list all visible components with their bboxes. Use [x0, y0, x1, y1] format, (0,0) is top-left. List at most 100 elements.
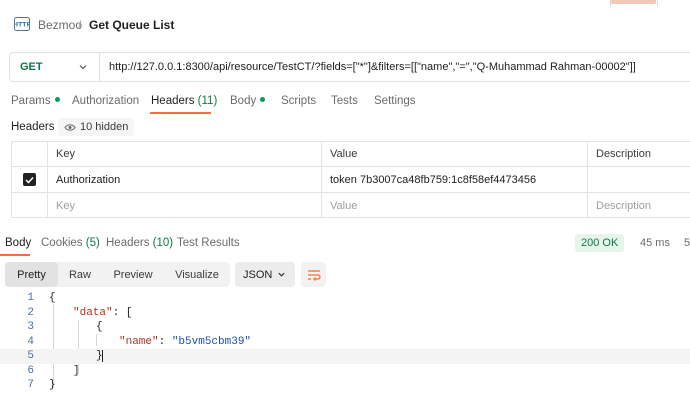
code-line: 1 { [0, 291, 690, 306]
header-key-input[interactable]: Authorization [47, 167, 321, 192]
tab-accent [611, 0, 656, 4]
table-header-row: Key Value Description [12, 142, 690, 167]
code-line-current: 5 } [0, 349, 690, 364]
hidden-headers-text: 10 hidden [80, 121, 129, 133]
tab-params-label: Params [11, 95, 51, 107]
checkmark-icon [25, 176, 34, 184]
response-size[interactable]: 5 [684, 237, 690, 249]
body-dot [260, 97, 266, 102]
tab-divider [657, 0, 658, 6]
top-bar: HTTP Bezmoo / Get Queue List [0, 0, 690, 46]
headers-count: (11) [197, 95, 218, 107]
active-response-tab-indicator [0, 254, 30, 256]
column-description: Description [587, 142, 690, 166]
tab-headers[interactable]: Headers (11) [151, 95, 217, 107]
breadcrumb-separator: / [78, 18, 82, 32]
tab-tests[interactable]: Tests [331, 95, 358, 107]
line-number: 2 [27, 306, 34, 319]
json-key: "data" [73, 306, 113, 319]
response-body-viewer[interactable]: 1 { 2 "data": [ 3 { 4 "name": "b5vm5cbm3… [0, 290, 690, 401]
code-line: 3 { [0, 320, 690, 335]
tab-response-body[interactable]: Body [5, 237, 31, 249]
tab-response-headers-label: Headers [106, 237, 150, 249]
format-select-value: JSON [243, 268, 273, 281]
mode-preview-button[interactable]: Preview [102, 262, 164, 287]
tab-settings[interactable]: Settings [374, 95, 416, 107]
tab-cookies[interactable]: Cookies (5) [41, 237, 100, 249]
code-text: } [49, 379, 56, 391]
header-description-input[interactable] [587, 167, 690, 192]
line-number: 1 [27, 292, 34, 304]
headers-table: Key Value Description Authorization toke… [11, 141, 690, 218]
tab-body-label: Body [230, 95, 257, 107]
code-line: 2 "data": [ [0, 306, 690, 321]
svg-text:HTTP: HTTP [14, 22, 30, 29]
header-check-col [12, 142, 47, 166]
tab-response-headers[interactable]: Headers (10) [106, 237, 173, 249]
request-tabs: Params Authorization Headers (11) Body S… [0, 92, 690, 116]
new-value-input[interactable]: Value [321, 193, 587, 218]
chevron-down-icon[interactable] [78, 62, 88, 72]
code-text: ] [73, 364, 80, 377]
tab-authorization[interactable]: Authorization [72, 95, 139, 107]
code-text: "name": "b5vm5cbm39" [119, 335, 251, 350]
code-line: 4 "name": "b5vm5cbm39" [0, 335, 690, 350]
code-line: 6 ] [0, 364, 690, 379]
url-divider [99, 53, 100, 81]
code-text: { [96, 321, 103, 333]
row-check-cell [12, 167, 47, 192]
column-value: Value [321, 142, 587, 166]
tab-body[interactable]: Body [230, 95, 266, 107]
tab-scripts[interactable]: Scripts [281, 95, 316, 107]
params-dot [54, 97, 60, 102]
json-string: "b5vm5cbm39" [171, 335, 252, 348]
mode-visualize-button[interactable]: Visualize [164, 262, 230, 287]
tab-divider [610, 0, 611, 6]
json-punct: : [ [112, 306, 133, 319]
mode-raw-button[interactable]: Raw [58, 262, 102, 287]
hidden-headers-toggle[interactable]: 10 hidden [58, 118, 135, 136]
http-request-icon: HTTP [14, 17, 30, 31]
status-badge[interactable]: 200 OK [575, 234, 625, 252]
tab-test-results[interactable]: Test Results [177, 237, 240, 249]
text-caret [102, 350, 103, 362]
url-input[interactable]: http://127.0.0.1:8300/api/resource/TestC… [109, 61, 636, 73]
wrap-lines-button[interactable] [301, 262, 326, 287]
tab-headers-label: Headers [151, 95, 195, 107]
url-bar: GET http://127.0.0.1:8300/api/resource/T… [9, 52, 690, 82]
line-number: 4 [27, 335, 34, 348]
mode-pretty-button[interactable]: Pretty [5, 262, 58, 287]
table-row: Authorization token 7b3007ca48fb759:1c8f… [12, 167, 690, 193]
headers-label: Headers [11, 121, 55, 133]
new-key-input[interactable]: Key [47, 193, 321, 218]
eye-icon [64, 123, 76, 131]
json-punct: : [158, 335, 172, 348]
wrap-lines-icon [307, 269, 321, 281]
view-mode-group: Pretty Raw Preview Visualize [5, 262, 230, 287]
code-line: 7 } [0, 378, 690, 393]
new-row-check-cell [12, 193, 47, 218]
response-time[interactable]: 45 ms [640, 237, 670, 249]
active-tab-indicator [150, 112, 211, 114]
new-description-input[interactable]: Description [587, 193, 690, 218]
line-number: 3 [27, 321, 34, 333]
chevron-down-icon [278, 272, 285, 277]
breadcrumb-workspace[interactable]: Bezmoo [38, 18, 82, 32]
code-text: { [49, 292, 56, 304]
header-enabled-checkbox[interactable] [23, 173, 36, 186]
cookies-count: (5) [85, 237, 100, 249]
code-text: "data": [ [73, 306, 132, 321]
line-number: 5 [27, 350, 34, 362]
json-key: "name" [119, 335, 159, 348]
table-row-new: Key Value Description [12, 193, 690, 218]
header-value-input[interactable]: token 7b3007ca48fb759:1c8f58ef4473456 [321, 167, 587, 192]
line-number: 7 [27, 379, 34, 391]
line-number: 6 [27, 364, 34, 377]
format-select[interactable]: JSON [235, 262, 295, 287]
request-title[interactable]: Get Queue List [89, 18, 174, 32]
column-key: Key [47, 142, 321, 166]
tab-params[interactable]: Params [11, 95, 60, 107]
tab-cookies-label: Cookies [41, 237, 83, 249]
method-select[interactable]: GET [20, 61, 43, 73]
response-headers-count: (10) [152, 237, 174, 249]
